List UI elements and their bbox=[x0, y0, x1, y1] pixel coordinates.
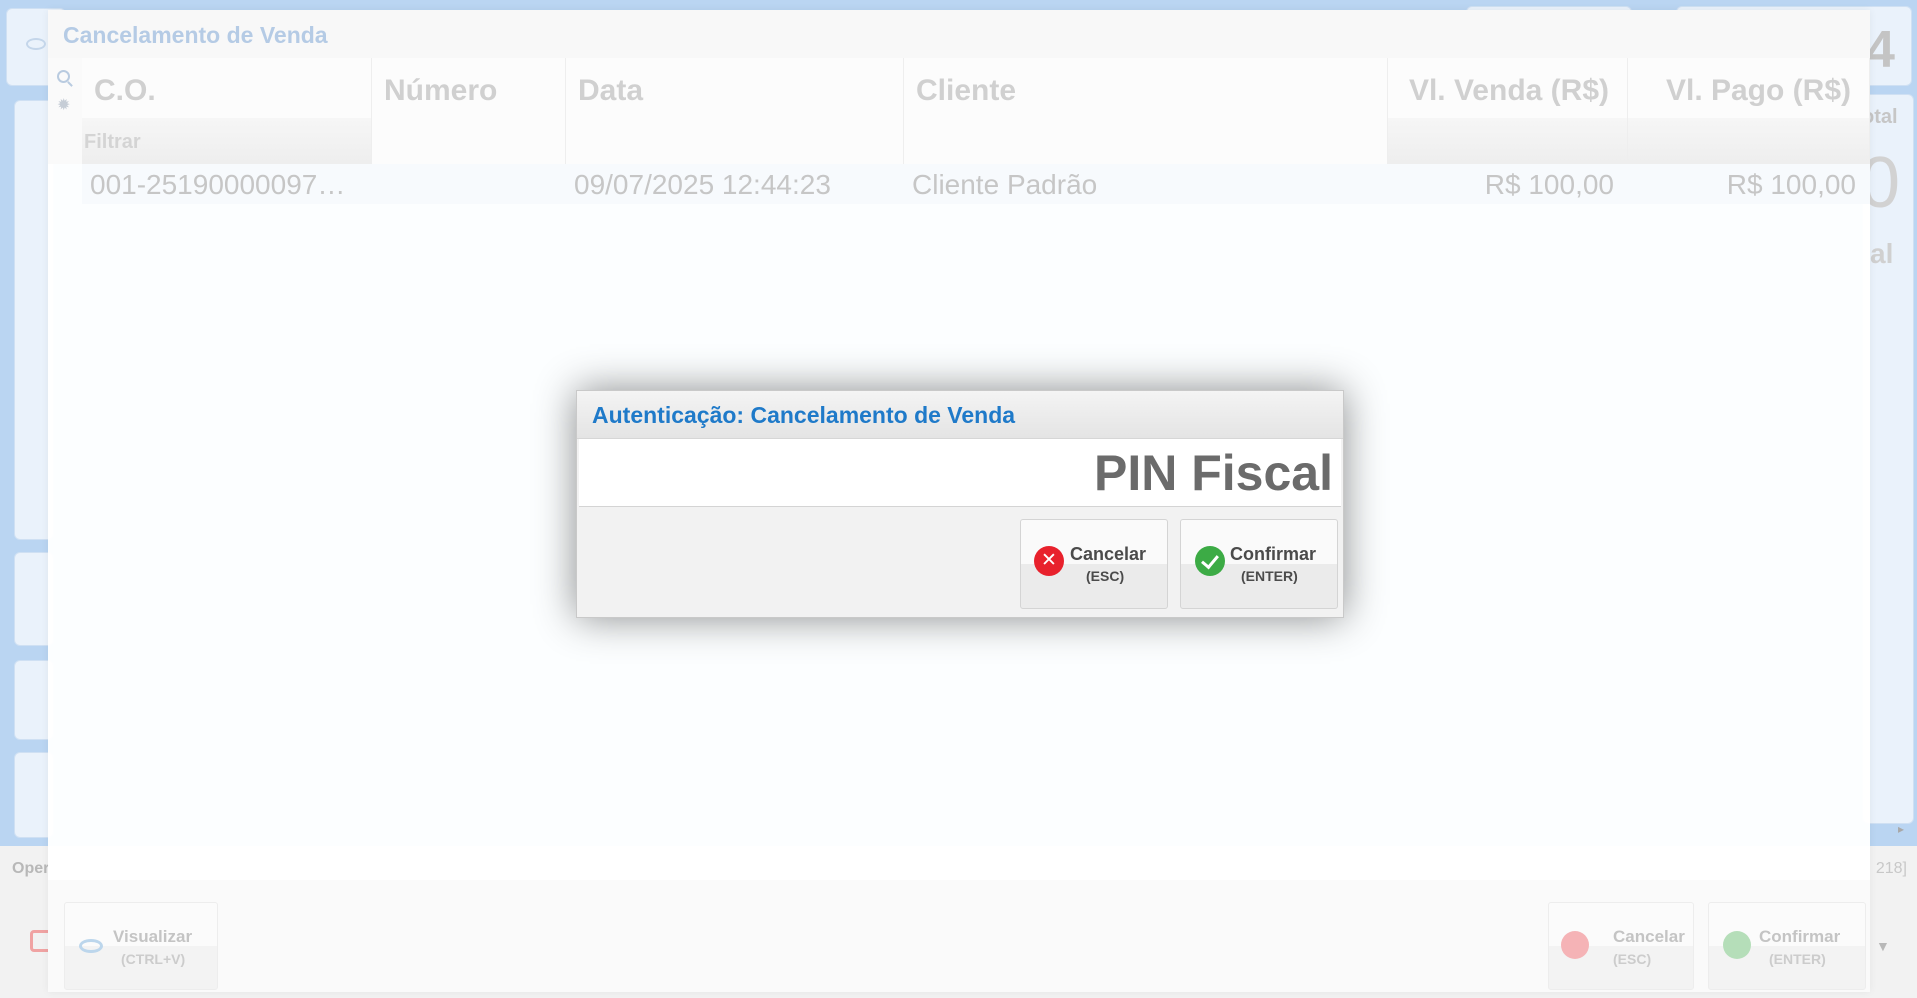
cancel-label: Cancelar bbox=[1613, 927, 1685, 946]
cell-co: 001-25190000097… bbox=[90, 169, 346, 200]
cancel-icon bbox=[1561, 931, 1589, 959]
column-cliente[interactable]: Cliente bbox=[904, 58, 1388, 164]
column-numero[interactable]: Número bbox=[372, 58, 566, 164]
background-digit: 4 bbox=[1866, 21, 1895, 79]
visualizar-label: Visualizar bbox=[113, 927, 193, 946]
scroll-right-icon[interactable]: ▸ bbox=[1898, 822, 1904, 836]
confirm-icon bbox=[1723, 931, 1751, 959]
search-icon[interactable] bbox=[57, 70, 70, 83]
check-icon bbox=[1195, 546, 1225, 576]
cell-vl-venda: R$ 100,00 bbox=[1484, 169, 1614, 200]
table-row[interactable]: 001-25190000097… 09/07/2025 12:44:23 Cli… bbox=[82, 164, 1870, 204]
confirm-label: Confirmar bbox=[1759, 927, 1841, 946]
column-header-label: C.O. bbox=[94, 74, 156, 107]
filter-input[interactable] bbox=[1628, 118, 1869, 164]
column-header-label: Número bbox=[384, 74, 498, 107]
gear-icon[interactable]: ✹ bbox=[57, 98, 70, 114]
dialog-title: Autenticação: Cancelamento de Venda bbox=[592, 402, 1016, 428]
close-icon: ✕ bbox=[1034, 546, 1064, 576]
cell-vl-pago: R$ 100,00 bbox=[1726, 169, 1856, 200]
visualizar-shortcut: (CTRL+V) bbox=[121, 951, 186, 967]
dialog-cancel-button[interactable]: ✕ Cancelar (ESC) bbox=[1020, 519, 1168, 609]
confirm-shortcut: (ENTER) bbox=[1769, 951, 1826, 967]
window-title: Cancelamento de Venda bbox=[48, 10, 1870, 58]
dialog-confirm-label: Confirmar bbox=[1230, 544, 1317, 564]
eye-icon bbox=[26, 38, 46, 50]
dialog-header: Autenticação: Cancelamento de Venda bbox=[577, 391, 1343, 439]
column-header-label: Data bbox=[578, 74, 644, 107]
dialog-confirm-shortcut: (ENTER) bbox=[1241, 568, 1298, 584]
grid-tools: ✹ bbox=[48, 58, 82, 164]
cell-data: 09/07/2025 12:44:23 bbox=[574, 169, 831, 200]
cancel-shortcut: (ESC) bbox=[1613, 951, 1652, 967]
dialog-cancel-label: Cancelar bbox=[1070, 544, 1147, 564]
chevron-down-icon[interactable]: ▼ bbox=[1876, 938, 1890, 954]
column-data[interactable]: Data bbox=[566, 58, 904, 164]
column-co[interactable]: C.O. Filtrar bbox=[82, 58, 372, 164]
cell-cliente: Cliente Padrão bbox=[912, 169, 1098, 200]
pin-input[interactable] bbox=[579, 439, 1341, 507]
grid-header: C.O. Filtrar Número Data Cliente Vl. Ven… bbox=[82, 58, 1870, 164]
column-header-label: Cliente bbox=[916, 74, 1017, 107]
background-label: al bbox=[1870, 238, 1894, 269]
column-header-label: Vl. Venda (R$) bbox=[1408, 74, 1609, 107]
filter-input[interactable] bbox=[1388, 118, 1627, 164]
confirm-button[interactable]: Confirmar (ENTER) bbox=[1708, 902, 1866, 990]
column-header-label: Vl. Pago (R$) bbox=[1665, 74, 1851, 107]
column-vl-venda[interactable]: Vl. Venda (R$) bbox=[1388, 58, 1628, 164]
operator-label: Oper bbox=[12, 860, 50, 877]
column-vl-pago[interactable]: Vl. Pago (R$) bbox=[1628, 58, 1870, 164]
filter-placeholder: Filtrar bbox=[84, 131, 141, 153]
filter-input[interactable]: Filtrar bbox=[82, 118, 371, 164]
window-footer: Visualizar (CTRL+V) Cancelar (ESC) Confi… bbox=[48, 880, 1870, 992]
status-code: 218] bbox=[1875, 860, 1907, 877]
cancel-button[interactable]: Cancelar (ESC) bbox=[1548, 902, 1694, 990]
dialog-cancel-shortcut: (ESC) bbox=[1086, 568, 1125, 584]
eye-icon bbox=[79, 939, 103, 953]
auth-dialog: Autenticação: Cancelamento de Venda ✕ Ca… bbox=[576, 390, 1344, 618]
dialog-confirm-button[interactable]: Confirmar (ENTER) bbox=[1180, 519, 1338, 609]
visualizar-button[interactable]: Visualizar (CTRL+V) bbox=[64, 902, 218, 990]
